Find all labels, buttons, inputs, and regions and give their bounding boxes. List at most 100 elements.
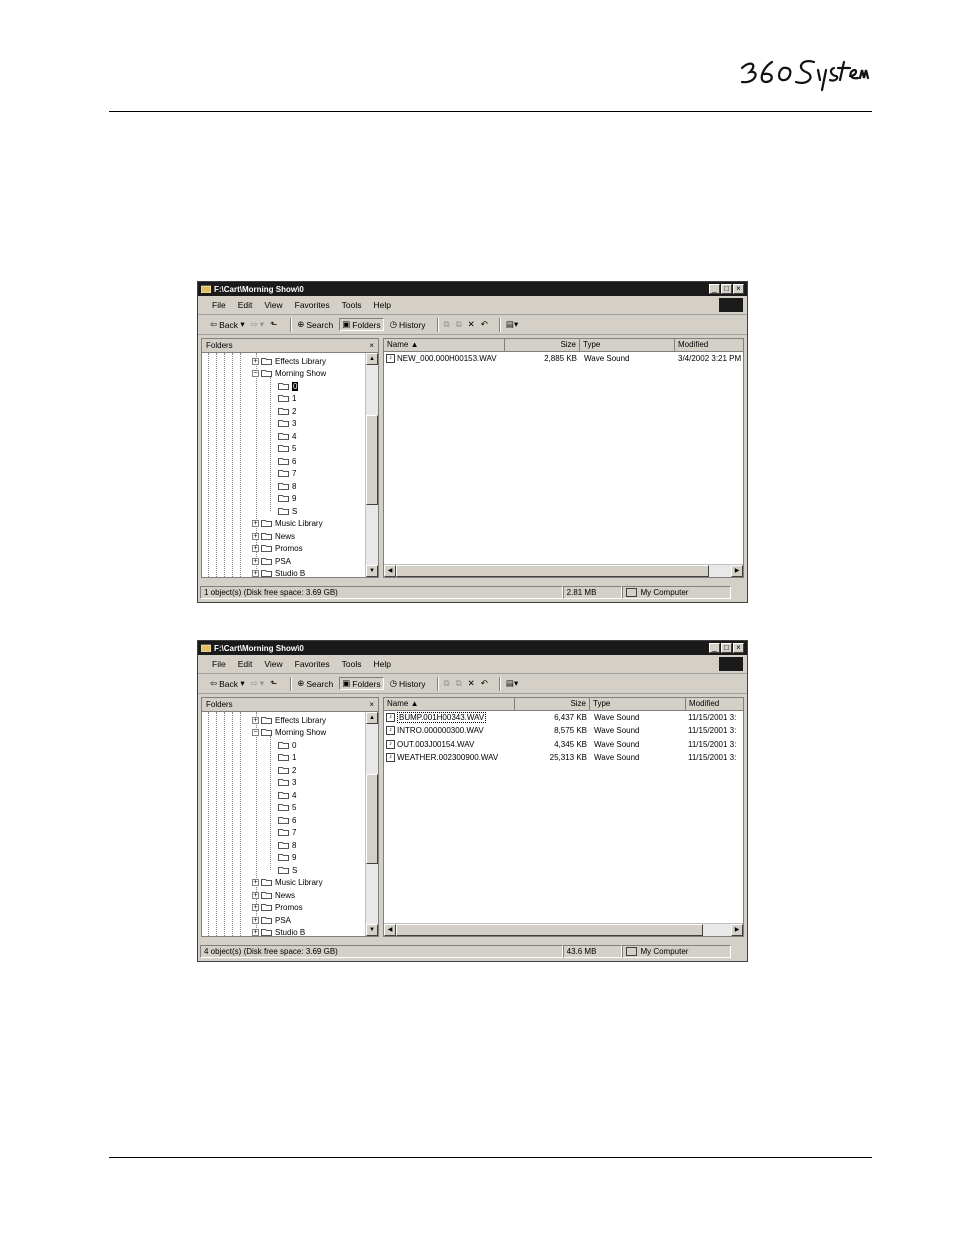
close-button[interactable]: × <box>733 643 744 653</box>
tree-item-psa[interactable]: + PSA <box>252 914 291 926</box>
undo-button[interactable]: ↶ <box>481 678 488 689</box>
back-button[interactable]: ⇦ Back ▾ <box>210 678 245 689</box>
tree-item-7[interactable]: 7 <box>278 826 296 838</box>
menu-edit[interactable]: Edit <box>238 300 253 310</box>
tree-item-0[interactable]: 0 <box>278 380 299 392</box>
column-type[interactable]: Type <box>580 339 675 351</box>
collapse-icon[interactable]: − <box>252 369 259 377</box>
minimize-button[interactable]: _ <box>709 643 720 653</box>
expand-icon[interactable]: + <box>252 519 259 527</box>
tree-item-2[interactable]: 2 <box>278 764 296 776</box>
menu-file[interactable]: File <box>212 300 226 310</box>
tree-item-news[interactable]: + News <box>252 889 295 901</box>
expand-icon[interactable]: + <box>252 357 259 365</box>
scroll-up-arrow-icon[interactable]: ▲ <box>366 353 378 365</box>
tree-item-6[interactable]: 6 <box>278 455 296 467</box>
tree-item-8[interactable]: 8 <box>278 839 296 851</box>
file-row[interactable]: ♪ WEATHER.002300900.WAV 25,313 KB Wave So… <box>384 751 746 764</box>
close-pane-icon[interactable]: × <box>369 700 374 709</box>
search-button[interactable]: ⊕ Search <box>297 678 333 689</box>
file-row[interactable]: ♪ BUMP.001H00343.WAV 6,437 KB Wave Sound … <box>384 711 746 724</box>
scroll-down-arrow-icon[interactable]: ▼ <box>366 924 378 936</box>
file-row[interactable]: ♪ OUT.003J00154.WAV 4,345 KB Wave Sound 1… <box>384 738 746 751</box>
forward-button[interactable]: ⇨ ▾ <box>251 319 264 330</box>
column-size[interactable]: Size <box>515 698 590 710</box>
column-size[interactable]: Size <box>505 339 580 351</box>
expand-icon[interactable]: + <box>252 891 259 899</box>
tree-item-8[interactable]: 8 <box>278 480 296 492</box>
tree-item-news[interactable]: + News <box>252 530 295 542</box>
tree-item-morning-show[interactable]: − Morning Show <box>252 726 326 738</box>
menu-edit[interactable]: Edit <box>238 659 253 669</box>
scroll-right-arrow-icon[interactable]: ▶ <box>731 565 743 577</box>
tree-item-1[interactable]: 1 <box>278 392 296 404</box>
tree-item-7[interactable]: 7 <box>278 467 296 479</box>
menu-help[interactable]: Help <box>373 300 390 310</box>
menu-view[interactable]: View <box>264 659 282 669</box>
expand-icon[interactable]: + <box>252 928 259 936</box>
tree-item-2[interactable]: 2 <box>278 405 296 417</box>
tree-item-4[interactable]: 4 <box>278 789 296 801</box>
file-list-scrollbar[interactable]: ◀ ▶ <box>384 923 743 936</box>
tree-item-s[interactable]: S <box>278 505 297 517</box>
undo-button[interactable]: ↶ <box>481 319 488 330</box>
file-row[interactable]: ♪ INTRO.000000300.WAV 8,575 KB Wave Sound… <box>384 724 746 737</box>
expand-icon[interactable]: + <box>252 716 259 724</box>
tree-item-5[interactable]: 5 <box>278 801 296 813</box>
up-folder-button[interactable]: ⬑ <box>270 319 279 330</box>
tree-item-promos[interactable]: + Promos <box>252 901 303 913</box>
column-modified[interactable]: Modified <box>675 339 745 351</box>
tree-item-3[interactable]: 3 <box>278 776 296 788</box>
scroll-down-arrow-icon[interactable]: ▼ <box>366 565 378 577</box>
tree-item-effects-library[interactable]: + Effects Library <box>252 714 326 726</box>
file-row[interactable]: ♪ NEW_000.000H00153.WAV 2,885 KB Wave Sou… <box>384 352 745 365</box>
menu-file[interactable]: File <box>212 659 226 669</box>
tree-item-studio-b[interactable]: + Studio B <box>252 926 305 936</box>
copy-to-button[interactable]: ⧉ <box>456 319 462 330</box>
expand-icon[interactable]: + <box>252 878 259 886</box>
tree-item-effects-library[interactable]: + Effects Library <box>252 355 326 367</box>
views-button[interactable]: ▤ ▾ <box>506 319 518 330</box>
history-button[interactable]: ◷ History <box>390 678 426 689</box>
back-button[interactable]: ⇦ Back ▾ <box>210 319 245 330</box>
tree-item-studio-b[interactable]: + Studio B <box>252 567 305 577</box>
expand-icon[interactable]: + <box>252 916 259 924</box>
move-to-button[interactable]: ⧉ <box>444 678 450 689</box>
tree-item-3[interactable]: 3 <box>278 417 296 429</box>
forward-button[interactable]: ⇨ ▾ <box>251 678 264 689</box>
tree-item-1[interactable]: 1 <box>278 751 296 763</box>
scroll-thumb[interactable] <box>396 924 703 936</box>
scroll-right-arrow-icon[interactable]: ▶ <box>731 924 743 936</box>
tree-item-6[interactable]: 6 <box>278 814 296 826</box>
expand-icon[interactable]: + <box>252 532 259 540</box>
history-button[interactable]: ◷ History <box>390 319 426 330</box>
tree-item-morning-show[interactable]: − Morning Show <box>252 367 326 379</box>
menu-tools[interactable]: Tools <box>342 300 362 310</box>
resize-grip-icon[interactable] <box>731 586 745 600</box>
expand-icon[interactable]: + <box>252 557 259 565</box>
views-button[interactable]: ▤ ▾ <box>506 678 518 689</box>
maximize-button[interactable]: □ <box>721 643 732 653</box>
menu-view[interactable]: View <box>264 300 282 310</box>
expand-icon[interactable]: + <box>252 569 259 577</box>
tree-item-s[interactable]: S <box>278 864 297 876</box>
close-pane-icon[interactable]: × <box>369 341 374 350</box>
menu-tools[interactable]: Tools <box>342 659 362 669</box>
up-folder-button[interactable]: ⬑ <box>270 678 279 689</box>
scroll-left-arrow-icon[interactable]: ◀ <box>384 924 396 936</box>
tree-item-5[interactable]: 5 <box>278 442 296 454</box>
resize-grip-icon[interactable] <box>731 945 745 959</box>
scroll-up-arrow-icon[interactable]: ▲ <box>366 712 378 724</box>
menu-favorites[interactable]: Favorites <box>295 659 330 669</box>
close-button[interactable]: × <box>733 284 744 294</box>
delete-button[interactable]: ✕ <box>468 678 475 689</box>
tree-item-music-library[interactable]: + Music Library <box>252 517 323 529</box>
minimize-button[interactable]: _ <box>709 284 720 294</box>
menu-help[interactable]: Help <box>373 659 390 669</box>
maximize-button[interactable]: □ <box>721 284 732 294</box>
tree-item-music-library[interactable]: + Music Library <box>252 876 323 888</box>
expand-icon[interactable]: + <box>252 903 259 911</box>
folders-scrollbar[interactable]: ▲ ▼ <box>365 712 378 936</box>
scroll-left-arrow-icon[interactable]: ◀ <box>384 565 396 577</box>
column-modified[interactable]: Modified <box>686 698 746 710</box>
